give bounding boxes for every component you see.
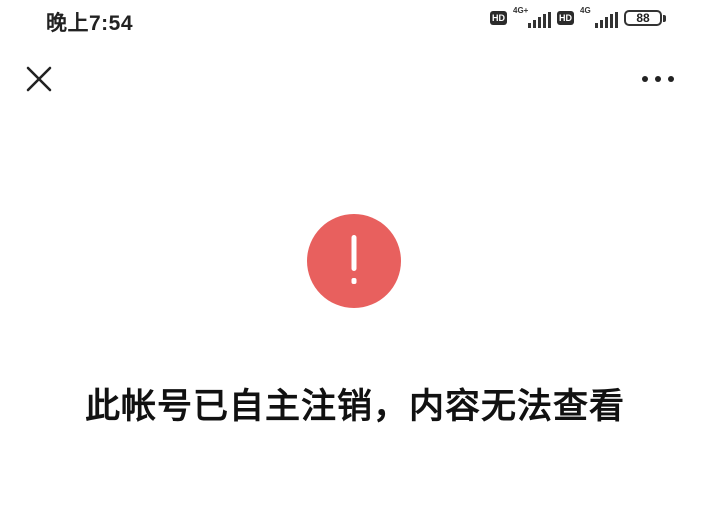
status-time: 晚上7:54 (46, 12, 134, 35)
error-icon (307, 214, 401, 308)
battery-level: 88 (624, 10, 662, 26)
signal-bars-icon (528, 12, 551, 28)
more-horizontal-icon (642, 76, 674, 82)
close-icon (26, 66, 52, 92)
signal-icon-sim2: 4G (580, 6, 618, 28)
close-button[interactable] (22, 62, 56, 96)
network-type-label-2: 4G (580, 6, 591, 15)
nav-bar (0, 50, 710, 106)
signal-icon-sim1: 4G+ (513, 6, 551, 28)
status-bar: 晚上7:54 HD 4G+ HD 4G 88 (0, 0, 710, 38)
signal-bars-icon-2 (595, 12, 618, 28)
more-options-button[interactable] (638, 64, 678, 94)
account-deleted-message: 此帐号已自主注销，内容无法查看 (84, 387, 625, 427)
hd-badge: HD (490, 11, 507, 25)
status-indicators: HD 4G+ HD 4G 88 (490, 6, 666, 28)
hd-badge-2: HD (557, 11, 574, 25)
battery-tip (663, 14, 666, 22)
exclamation-icon (351, 235, 357, 284)
battery-icon: 88 (624, 10, 666, 26)
